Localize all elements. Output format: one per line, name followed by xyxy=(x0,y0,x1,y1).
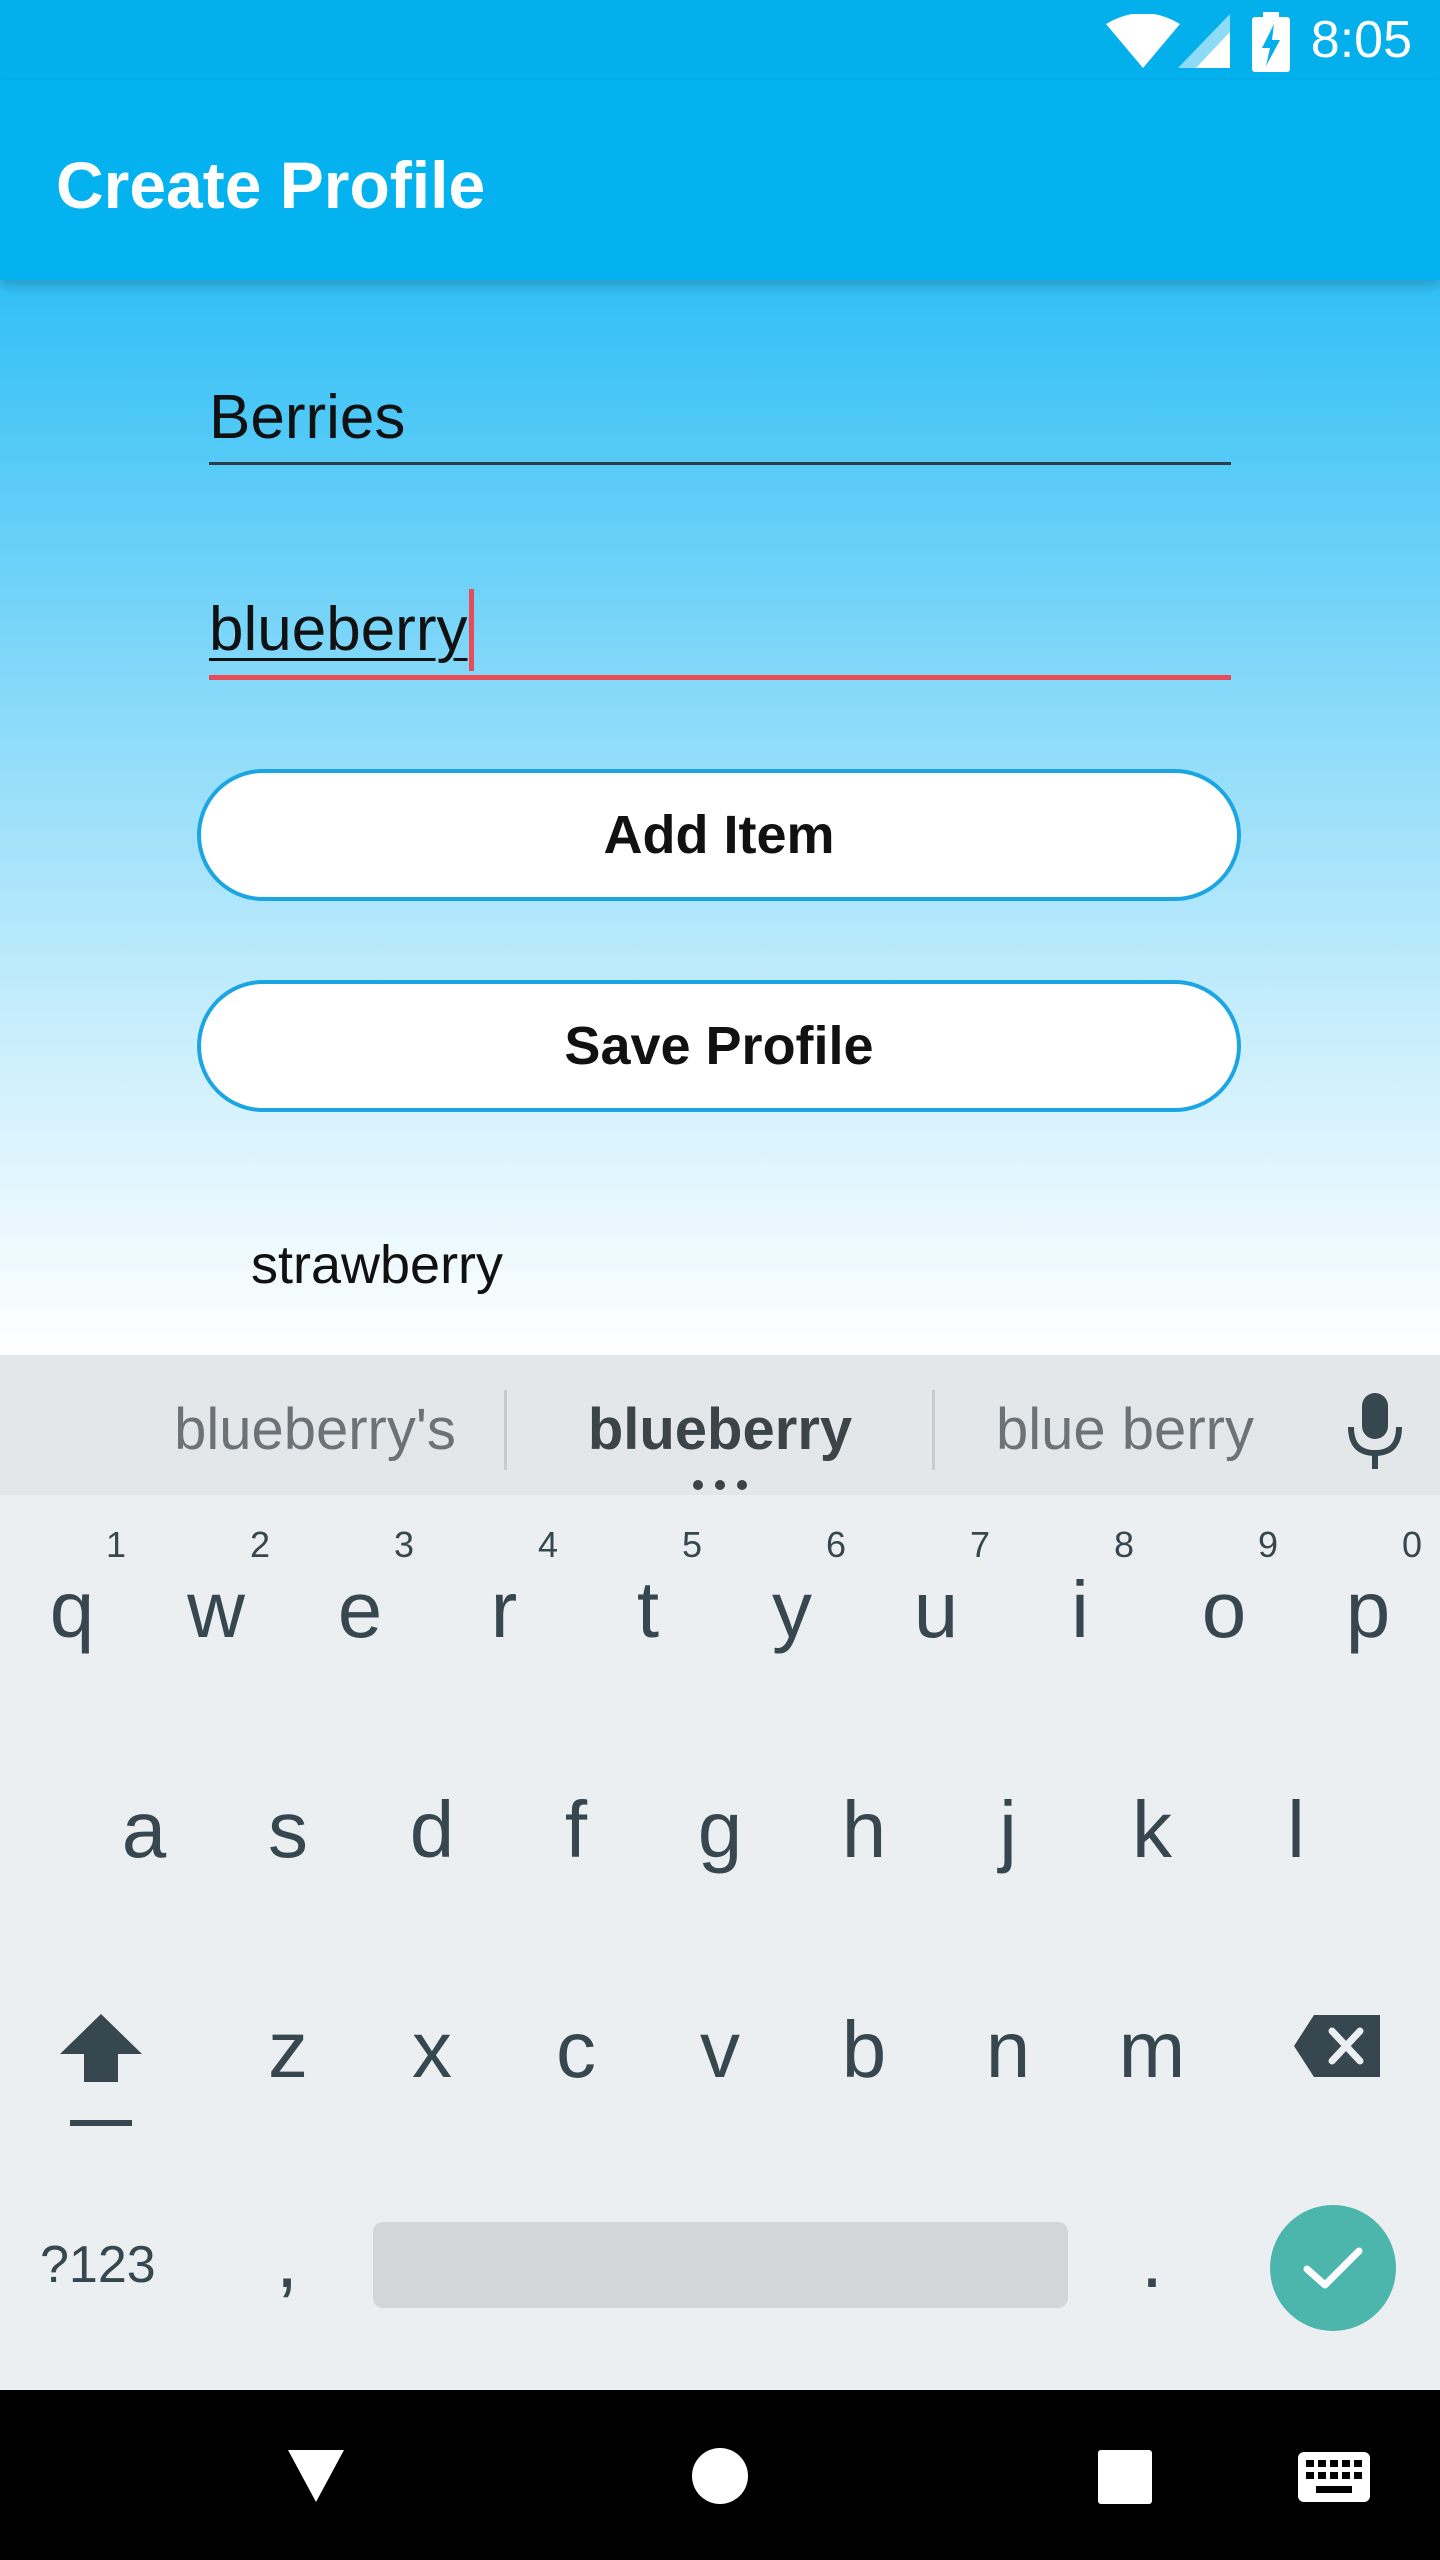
suggestion-divider xyxy=(932,1390,935,1470)
key-a[interactable]: a xyxy=(72,1770,216,1890)
suggestion-left[interactable]: blueberry's xyxy=(140,1375,490,1485)
key-hint: 8 xyxy=(1113,1524,1135,1565)
navigation-bar xyxy=(0,2390,1440,2560)
key-x[interactable]: x xyxy=(360,1990,504,2110)
key-c[interactable]: c xyxy=(504,1990,648,2110)
profile-name-field[interactable]: Berries xyxy=(209,370,1231,465)
recents-icon[interactable] xyxy=(1098,2450,1152,2504)
profile-name-value: Berries xyxy=(209,383,406,452)
key-hint: 4 xyxy=(537,1524,559,1565)
key-hint: 6 xyxy=(825,1524,847,1565)
back-icon[interactable] xyxy=(288,2450,344,2502)
enter-key[interactable] xyxy=(1270,2205,1396,2331)
key-s[interactable]: s xyxy=(216,1770,360,1890)
suggestion-more-dots xyxy=(693,1480,747,1492)
suggestion-center[interactable]: blueberry xyxy=(530,1375,910,1485)
key-u[interactable]: u xyxy=(864,1550,1008,1670)
comma-key[interactable]: , xyxy=(215,2200,359,2320)
key-h[interactable]: h xyxy=(792,1770,936,1890)
key-t[interactable]: t xyxy=(576,1550,720,1670)
key-r[interactable]: r xyxy=(432,1550,576,1670)
key-i[interactable]: i xyxy=(1008,1550,1152,1670)
key-j[interactable]: j xyxy=(936,1770,1080,1890)
key-hint: 9 xyxy=(1257,1524,1279,1565)
item-input-underline xyxy=(209,675,1231,680)
page-title: Create Profile xyxy=(56,148,486,222)
period-key[interactable]: . xyxy=(1080,2200,1224,2320)
status-time: 8:05 xyxy=(1310,11,1412,69)
key-n[interactable]: n xyxy=(936,1990,1080,2110)
key-hint: 3 xyxy=(393,1524,415,1565)
key-hint: 7 xyxy=(969,1524,991,1565)
backspace-icon[interactable] xyxy=(1294,2015,1380,2077)
microphone-icon[interactable] xyxy=(1345,1393,1405,1473)
key-z[interactable]: z xyxy=(216,1990,360,2110)
battery-charging-icon xyxy=(1252,12,1290,72)
key-hint: 2 xyxy=(249,1524,271,1565)
key-e[interactable]: e xyxy=(288,1550,432,1670)
spacebar[interactable] xyxy=(373,2222,1068,2308)
key-l[interactable]: l xyxy=(1224,1770,1368,1890)
status-bar: 8:05 xyxy=(0,0,1440,80)
key-b[interactable]: b xyxy=(792,1990,936,2110)
key-y[interactable]: y xyxy=(720,1550,864,1670)
add-item-label: Add Item xyxy=(603,805,835,865)
key-p[interactable]: p xyxy=(1296,1550,1440,1670)
item-input-value: blueberry xyxy=(209,595,468,664)
key-hint: 1 xyxy=(105,1524,127,1565)
key-w[interactable]: w xyxy=(144,1550,288,1670)
app-bar: Create Profile xyxy=(0,80,1440,280)
suggestion-divider xyxy=(504,1390,507,1470)
list-item[interactable]: strawberry xyxy=(251,1225,503,1305)
key-v[interactable]: v xyxy=(648,1990,792,2110)
text-cursor xyxy=(469,588,475,671)
keyboard-switch-icon[interactable] xyxy=(1298,2452,1370,2502)
checkmark-icon xyxy=(1303,2247,1363,2289)
key-hint: 0 xyxy=(1401,1524,1423,1565)
symbols-key[interactable]: ?123 xyxy=(40,2222,180,2308)
item-input[interactable]: blueberry xyxy=(209,582,1231,677)
profile-name-underline xyxy=(209,462,1231,465)
save-profile-button[interactable]: Save Profile xyxy=(197,980,1241,1112)
home-icon[interactable] xyxy=(692,2448,748,2504)
add-item-button[interactable]: Add Item xyxy=(197,769,1241,901)
signal-icon xyxy=(1178,14,1230,68)
wifi-icon xyxy=(1106,14,1180,68)
key-q[interactable]: q xyxy=(0,1550,144,1670)
suggestion-right[interactable]: blue berry xyxy=(960,1375,1290,1485)
key-f[interactable]: f xyxy=(504,1770,648,1890)
key-g[interactable]: g xyxy=(648,1770,792,1890)
key-hint: 5 xyxy=(681,1524,703,1565)
key-k[interactable]: k xyxy=(1080,1770,1224,1890)
key-d[interactable]: d xyxy=(360,1770,504,1890)
key-m[interactable]: m xyxy=(1080,1990,1224,2110)
key-o[interactable]: o xyxy=(1152,1550,1296,1670)
shift-icon[interactable] xyxy=(56,2010,146,2128)
save-profile-label: Save Profile xyxy=(564,1016,874,1076)
